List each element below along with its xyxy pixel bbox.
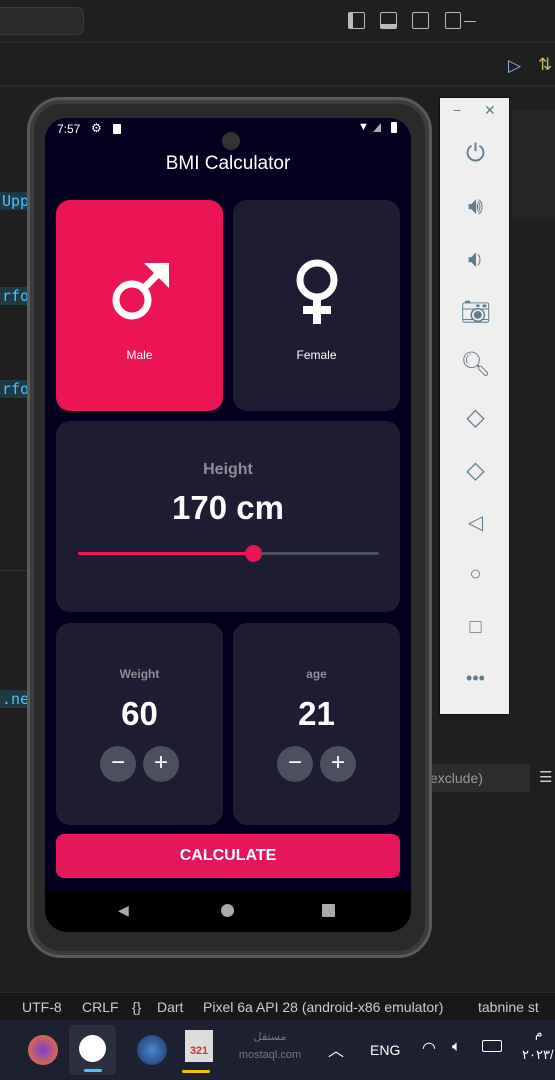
signal-icon xyxy=(373,123,381,132)
back-icon[interactable]: ◁ xyxy=(440,510,511,535)
height-slider-thumb[interactable] xyxy=(244,545,262,562)
nav-overview-icon[interactable] xyxy=(322,904,335,917)
battery-icon xyxy=(391,122,397,133)
weight-increment-button[interactable]: + xyxy=(143,746,179,782)
volume-icon[interactable]: 🔈︎ xyxy=(452,1038,461,1055)
nav-home-icon[interactable] xyxy=(221,904,234,917)
phone-screen: 7:57 ⚙ ▼ BMI Calculator Male Female Heig… xyxy=(45,118,411,932)
taskbar-active-app[interactable] xyxy=(69,1025,116,1075)
volume-down-icon[interactable]: 🔉︎ xyxy=(440,246,511,274)
source-control-icon[interactable]: ⇅ xyxy=(538,55,552,75)
height-slider-fill xyxy=(78,552,253,555)
firefox-icon[interactable] xyxy=(28,1035,58,1065)
male-icon xyxy=(112,263,169,320)
camera-cutout xyxy=(222,132,240,150)
calculate-button[interactable]: CALCULATE xyxy=(56,834,400,878)
command-center-search[interactable] xyxy=(0,7,84,35)
overview-icon[interactable]: □ xyxy=(440,616,511,639)
minimap[interactable] xyxy=(512,110,555,220)
height-label: Height xyxy=(203,461,253,478)
ide-title-bar xyxy=(0,0,555,43)
bmi-app: 7:57 ⚙ ▼ BMI Calculator Male Female Heig… xyxy=(45,118,411,890)
female-icon xyxy=(296,259,338,324)
height-value: 170 cm xyxy=(172,489,284,526)
filter-icon[interactable]: ☰ xyxy=(539,768,552,786)
status-encoding[interactable]: UTF-8 xyxy=(22,999,62,1015)
weight-card: Weight 60 − + xyxy=(56,623,223,825)
zoom-icon[interactable]: 🔍︎ xyxy=(440,350,511,379)
minimize-icon[interactable] xyxy=(464,21,476,22)
nav-back-icon[interactable]: ◀ xyxy=(118,902,129,919)
close-icon[interactable]: ✕ xyxy=(484,102,496,119)
age-card: age 21 − + xyxy=(233,623,400,825)
divider xyxy=(0,570,30,571)
minimize-icon[interactable]: − xyxy=(453,102,461,118)
clock-time[interactable]: م xyxy=(535,1026,542,1040)
editor-toolbar: ▷ ⇅ xyxy=(0,44,555,87)
toggle-primary-sidebar-icon[interactable] xyxy=(348,12,365,29)
status-line-ending[interactable]: CRLF xyxy=(82,999,119,1015)
volume-up-icon[interactable]: 🔊︎ xyxy=(440,193,511,221)
phone-link-icon xyxy=(79,1035,106,1062)
toggle-secondary-sidebar-icon[interactable] xyxy=(412,12,429,29)
rotate-right-icon[interactable]: ◇ xyxy=(440,456,511,485)
status-time: 7:57 xyxy=(57,122,81,136)
camera-icon[interactable]: 📷︎ xyxy=(440,298,511,327)
height-slider[interactable] xyxy=(78,545,379,562)
female-card[interactable]: Female xyxy=(233,200,400,411)
weight-label: Weight xyxy=(119,667,160,681)
age-increment-button[interactable]: + xyxy=(320,746,356,782)
age-decrement-button[interactable]: − xyxy=(277,746,313,782)
weight-decrement-button[interactable]: − xyxy=(100,746,136,782)
media-player-icon[interactable]: 321 xyxy=(185,1030,213,1062)
status-device[interactable]: Pixel 6a API 28 (android-x86 emulator) xyxy=(203,999,443,1015)
height-card: Height 170 cm xyxy=(56,421,400,612)
clock-date[interactable]: ٢٠٢٣/ xyxy=(522,1047,554,1063)
settings-icon: ⚙ xyxy=(91,121,102,135)
toggle-panel-icon[interactable] xyxy=(380,12,397,29)
status-tabnine[interactable]: tabnine st xyxy=(478,999,539,1015)
female-label: Female xyxy=(296,348,337,362)
sd-card-icon xyxy=(113,124,121,134)
male-label: Male xyxy=(126,348,153,362)
mostaql-watermark: مستقل mostaql.com xyxy=(238,1031,302,1061)
emulator-controls-panel: − ✕ ⏻ 🔊︎ 🔉︎ 📷︎ 🔍︎ ◇ ◇ ◁ ○ □ ••• xyxy=(439,97,510,715)
wifi-icon: ▼ xyxy=(358,121,369,133)
power-icon[interactable]: ⏻ xyxy=(440,140,511,168)
customize-layout-icon[interactable] xyxy=(445,12,461,29)
battery-icon[interactable] xyxy=(482,1040,502,1052)
chevron-up-icon[interactable]: ︿ xyxy=(328,1037,344,1061)
weight-value: 60 xyxy=(121,695,158,732)
rotate-left-icon[interactable]: ◇ xyxy=(440,403,511,432)
globe-app-icon[interactable] xyxy=(137,1035,167,1065)
age-value: 21 xyxy=(298,695,335,732)
app-title: BMI Calculator xyxy=(165,153,291,174)
ide-status-bar: UTF-8 CRLF {} Dart Pixel 6a API 28 (andr… xyxy=(0,992,555,1020)
more-icon[interactable]: ••• xyxy=(440,668,511,689)
braces-icon: {} xyxy=(132,999,142,1015)
language-indicator[interactable]: ENG xyxy=(370,1042,400,1058)
run-icon[interactable]: ▷ xyxy=(508,56,521,76)
files-exclude-input[interactable]: exclude) xyxy=(420,764,530,792)
home-icon[interactable]: ○ xyxy=(440,563,511,586)
windows-taskbar: 321 مستقل mostaql.com ︿ ENG ◠ 🔈︎ م ٢٠٢٣/ xyxy=(0,1020,555,1080)
male-card[interactable]: Male xyxy=(56,200,223,411)
age-label: age xyxy=(306,667,327,681)
wifi-icon[interactable]: ◠ xyxy=(422,1038,436,1058)
status-language[interactable]: Dart xyxy=(157,999,183,1015)
